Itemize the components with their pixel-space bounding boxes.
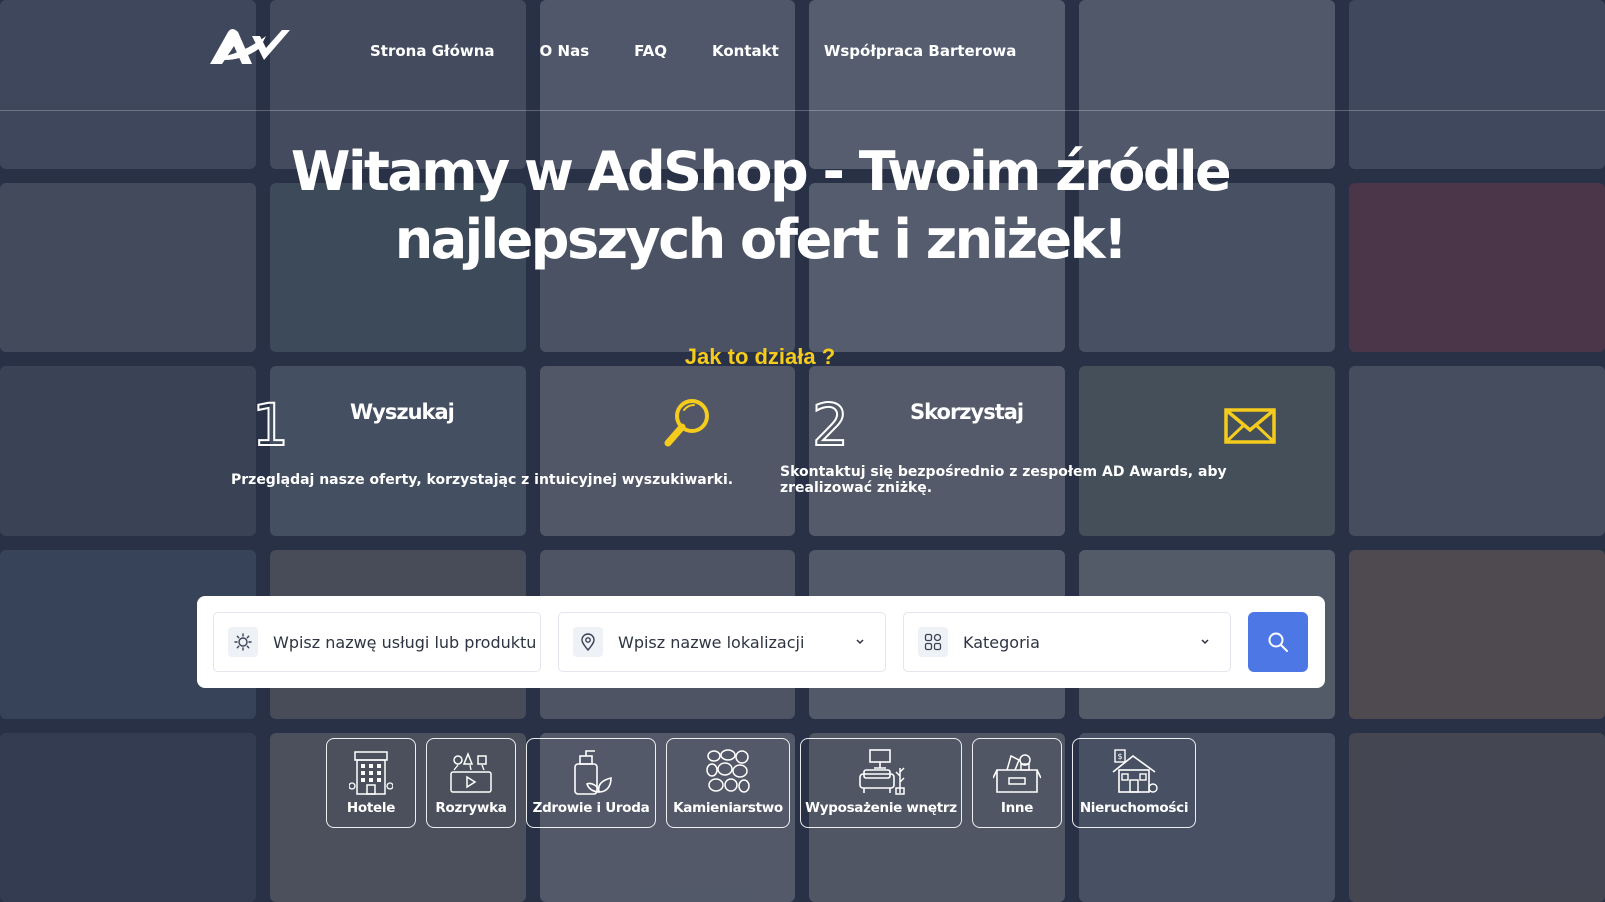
location-search-placeholder: Wpisz nazwe lokalizacji [618, 632, 805, 652]
category-entertainment[interactable]: Rozrywka [426, 738, 516, 828]
chevron-down-icon [1201, 639, 1209, 645]
step-2-description-line2: zrealizować zniżkę. [780, 480, 933, 496]
entertainment-icon [450, 751, 492, 793]
category-other[interactable]: Inne [972, 738, 1062, 828]
main-nav: Strona Główna O Nas FAQ Kontakt Współpra… [370, 42, 1016, 60]
box-icon [993, 754, 1041, 793]
search-panel: Wpisz nazwę usługi lub produktu Wpisz na… [197, 596, 1325, 688]
category-hotels[interactable]: Hotele [326, 738, 416, 828]
category-label: Nieruchomości [1079, 800, 1189, 816]
interior-icon [859, 749, 905, 795]
svg-text:$: $ [1118, 752, 1123, 761]
category-select-placeholder: Kategoria [963, 632, 1040, 652]
health-beauty-icon [574, 750, 612, 795]
category-stonework[interactable]: Kamieniarstwo [666, 738, 790, 828]
stones-icon [706, 749, 750, 793]
service-search-field[interactable]: Wpisz nazwę usługi lub produktu [213, 612, 541, 672]
step-2-description-line1: Skontaktuj się bezpośrednio z zespołem A… [780, 464, 1227, 480]
category-interior[interactable]: Wyposażenie wnętrz [800, 738, 962, 828]
step-1-description: Przeglądaj nasze oferty, korzystając z i… [231, 472, 734, 488]
nav-faq[interactable]: FAQ [634, 42, 667, 60]
step-2-description: Skontaktuj się bezpośrednio z zespołem A… [780, 464, 1227, 496]
hero-title-line1: Witamy w AdShop - Twoim źródle [290, 140, 1232, 203]
lightbulb-icon [228, 627, 258, 657]
hero-title-line2: najlepszych ofert i zniżek! [394, 208, 1128, 271]
category-real-estate[interactable]: $ Nieruchomości [1072, 738, 1196, 828]
step-2-title: Skorzystaj [910, 400, 1024, 424]
service-search-placeholder: Wpisz nazwę usługi lub produktu [273, 632, 537, 652]
nav-contact[interactable]: Kontakt [712, 42, 779, 60]
how-it-works-title: Jak to działa ? [684, 344, 836, 369]
nav-barter[interactable]: Współpraca Barterowa [824, 42, 1017, 60]
category-grid-icon [918, 627, 948, 657]
category-label: Zdrowie i Uroda [532, 800, 650, 816]
ad-logo[interactable] [208, 26, 294, 68]
hero-title: Witamy w AdShop - Twoim źródle najlepszy… [180, 138, 1340, 274]
magnifier-icon [662, 396, 714, 457]
category-label: Hotele [346, 800, 396, 816]
category-label: Kamieniarstwo [673, 800, 783, 816]
chevron-down-icon [856, 639, 864, 645]
location-pin-icon [573, 627, 603, 657]
nav-home[interactable]: Strona Główna [370, 42, 495, 60]
category-health-beauty[interactable]: Zdrowie i Uroda [526, 738, 656, 828]
step-2-number: 2 [811, 391, 850, 459]
category-label: Inne [1000, 800, 1034, 816]
step-1-number: 1 [251, 391, 290, 459]
step-1-title: Wyszukaj [350, 400, 455, 424]
category-label: Rozrywka [435, 800, 507, 816]
real-estate-icon: $ [1112, 749, 1158, 793]
nav-about[interactable]: O Nas [540, 42, 590, 60]
category-select-field[interactable]: Kategoria [903, 612, 1231, 672]
search-button[interactable] [1248, 612, 1308, 672]
location-search-field[interactable]: Wpisz nazwe lokalizacji [558, 612, 886, 672]
category-label: Wyposażenie wnętrz [805, 800, 957, 816]
search-icon [1268, 632, 1288, 652]
hotel-icon [349, 751, 393, 795]
site-header: Strona Główna O Nas FAQ Kontakt Współpra… [0, 0, 1605, 111]
envelope-icon [1224, 408, 1276, 449]
